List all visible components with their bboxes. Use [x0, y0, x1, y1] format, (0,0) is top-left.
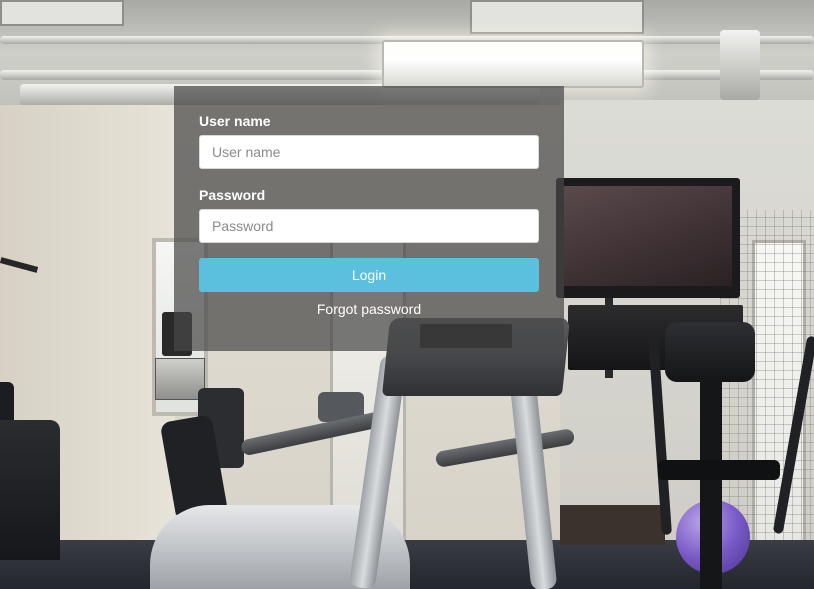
- elliptical-post: [700, 380, 722, 589]
- weight-machine: [0, 420, 60, 560]
- username-input[interactable]: [199, 135, 539, 169]
- ceiling-duct: [720, 30, 760, 100]
- wall-tv: [556, 178, 740, 298]
- elliptical-base: [658, 460, 780, 480]
- password-input[interactable]: [199, 209, 539, 243]
- login-page: User name Password Login Forgot password: [0, 0, 814, 589]
- ceiling-light: [382, 40, 644, 88]
- username-label: User name: [199, 113, 271, 129]
- forgot-password-link[interactable]: Forgot password: [174, 301, 564, 317]
- ceiling-tile: [470, 0, 644, 34]
- ceiling-tile: [0, 0, 124, 26]
- password-label: Password: [199, 187, 266, 203]
- login-button[interactable]: Login: [199, 258, 539, 292]
- side-table: [560, 505, 665, 545]
- elliptical-console: [665, 322, 755, 382]
- login-form: User name Password Login Forgot password: [174, 86, 564, 351]
